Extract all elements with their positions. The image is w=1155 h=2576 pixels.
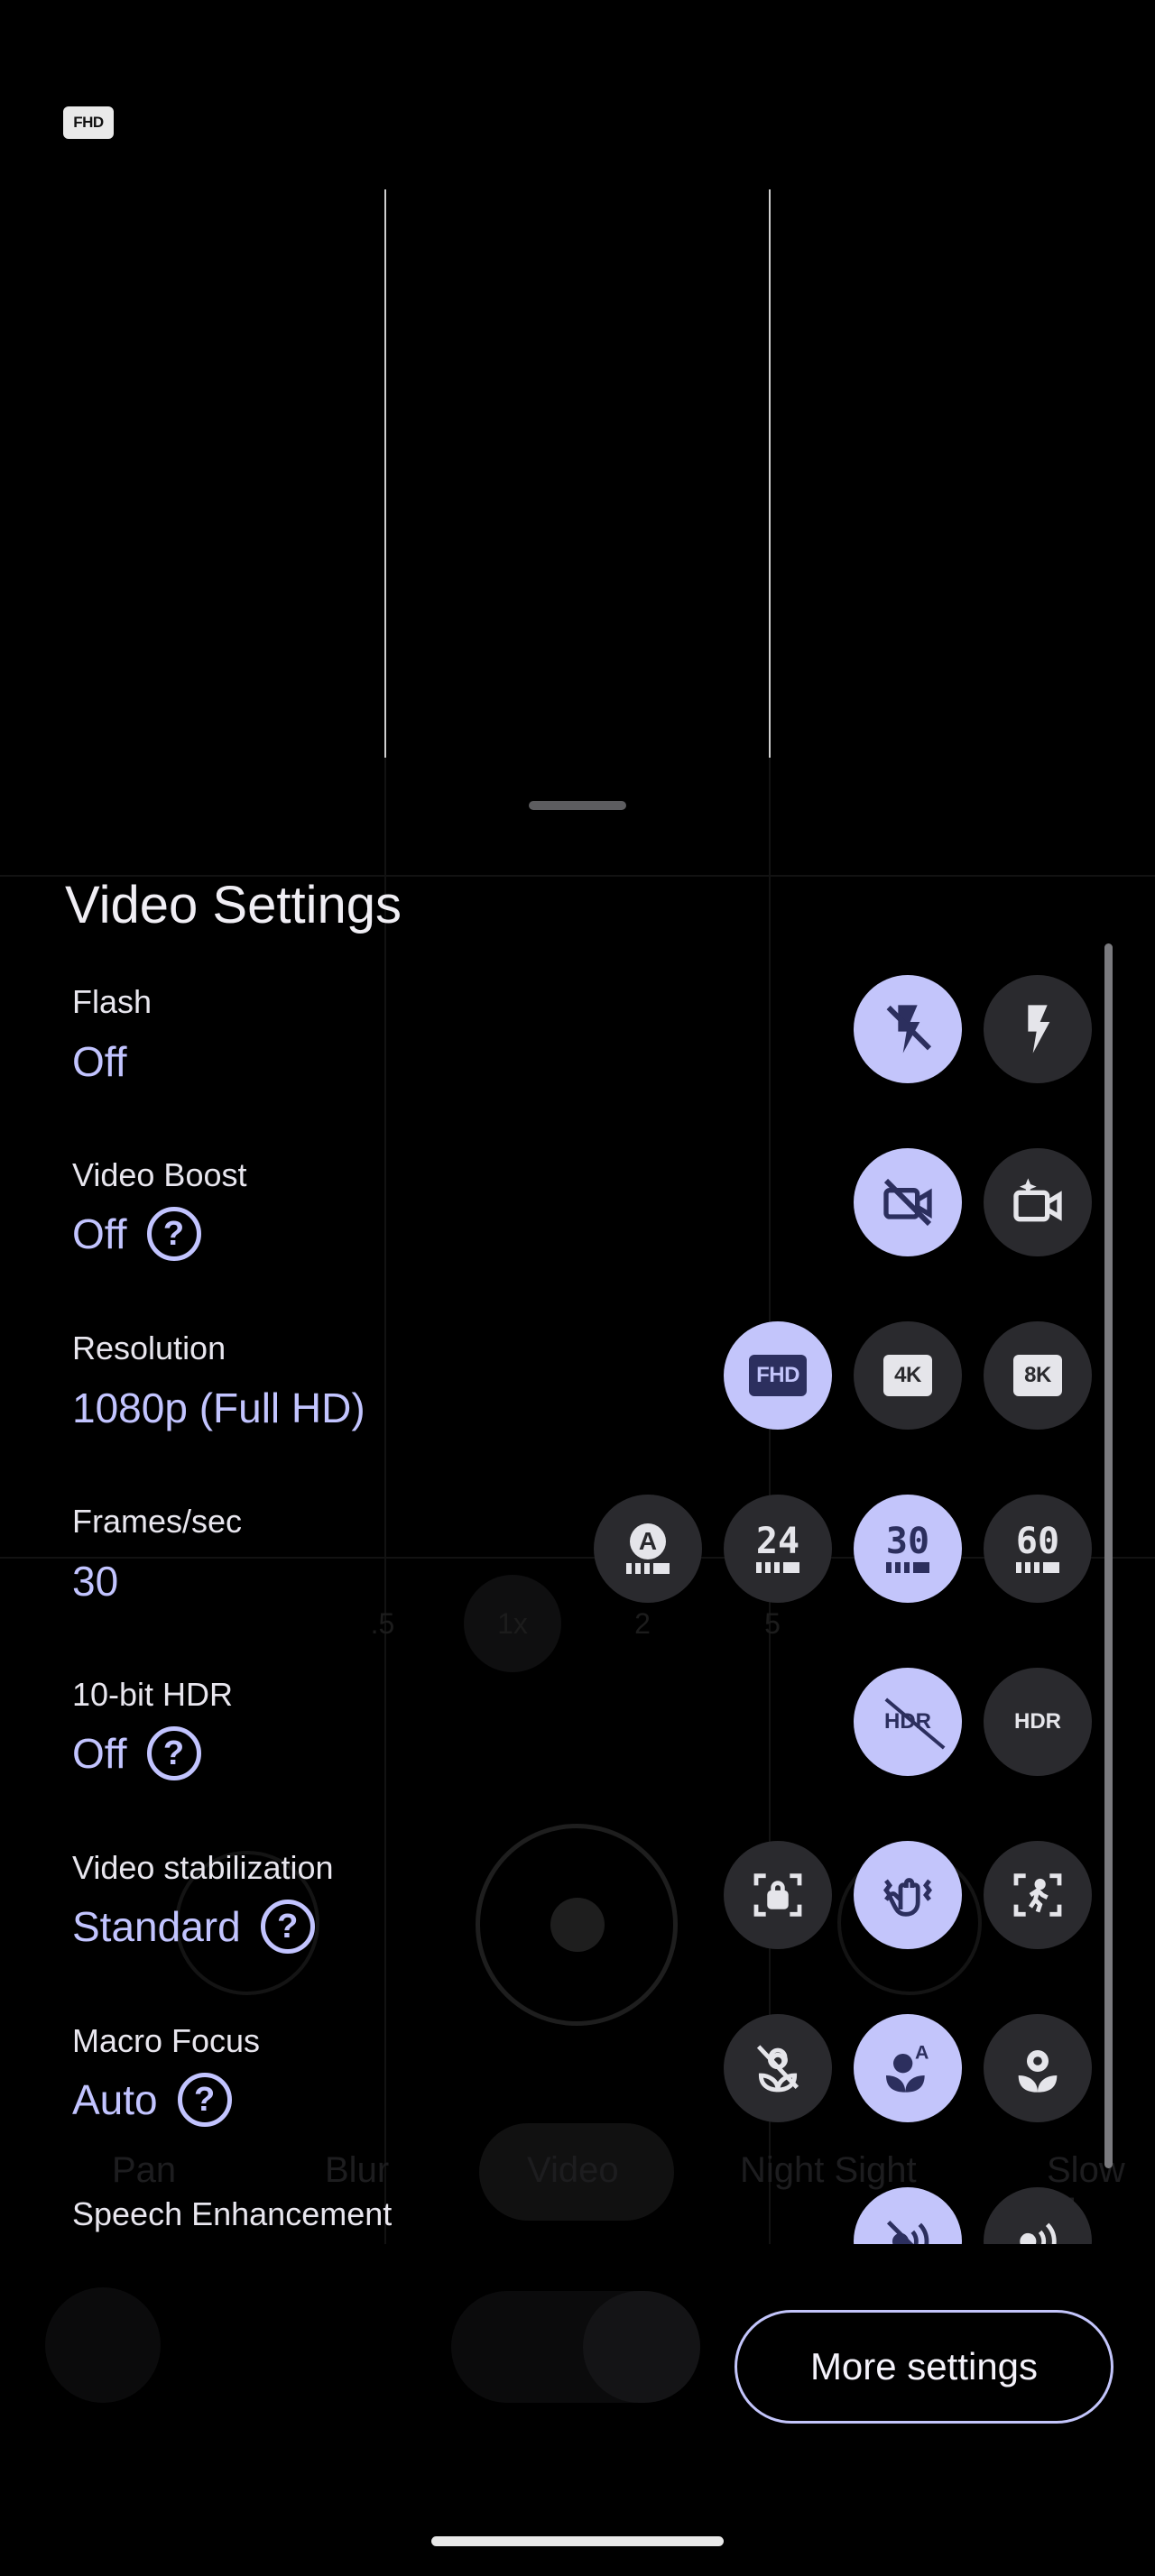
flash-on-option[interactable] xyxy=(984,975,1092,1083)
resolution-fhd-option[interactable]: FHD xyxy=(724,1321,832,1430)
more-settings-button[interactable]: More settings xyxy=(735,2310,1113,2424)
grid-line xyxy=(384,758,386,2246)
flash-label: Flash xyxy=(72,983,152,1020)
flash-off-icon xyxy=(886,1005,932,1053)
mode-video: Video xyxy=(527,2150,619,2190)
zoom-option: .5 xyxy=(370,1606,395,1640)
video-boost-off-option[interactable] xyxy=(854,1148,962,1256)
frames-per-sec-label: Frames/sec xyxy=(72,1503,243,1540)
macro-focus-label: Macro Focus xyxy=(72,2022,261,2059)
video-boost-off-icon xyxy=(883,1178,932,1227)
resolution-value: 1080p (Full HD) xyxy=(72,1385,365,1431)
grid-line xyxy=(769,189,771,758)
flash-off-option[interactable] xyxy=(854,975,962,1083)
fps-auto-option[interactable]: A xyxy=(594,1495,702,1603)
video-boost-on-option[interactable] xyxy=(984,1148,1092,1256)
help-icon[interactable]: ? xyxy=(146,1726,201,1780)
grid-line xyxy=(384,189,386,758)
mode-night-sight: Night Sight xyxy=(740,2150,917,2190)
macro-off-option[interactable] xyxy=(724,2014,832,2122)
macro-auto-option[interactable]: A xyxy=(854,2014,962,2122)
frames-per-sec-value: 30 xyxy=(72,1558,119,1605)
4k-icon: 4K xyxy=(883,1355,932,1396)
stabilization-locked-icon xyxy=(753,1873,802,1917)
grid-line xyxy=(0,1557,1155,1559)
macro-focus-value: Auto ? xyxy=(72,2073,232,2127)
gesture-navigation-bar[interactable] xyxy=(431,2536,724,2546)
resolution-4k-option[interactable]: 4K xyxy=(854,1321,962,1430)
mode-pan: Pan xyxy=(112,2150,177,2190)
fps-60-option[interactable]: 60 xyxy=(984,1495,1092,1603)
sheet-drag-handle[interactable] xyxy=(529,801,626,810)
help-icon[interactable]: ? xyxy=(146,1207,201,1261)
stabilization-active-option[interactable] xyxy=(984,1841,1092,1949)
sheet-title: Video Settings xyxy=(65,876,402,934)
svg-text:A: A xyxy=(915,2041,929,2063)
stabilization-label: Video stabilization xyxy=(72,1849,334,1886)
settings-gear-icon xyxy=(45,2287,161,2403)
resolution-8k-option[interactable]: 8K xyxy=(984,1321,1092,1430)
camera-viewfinder: FHD .5 1x 2 5 Pan Blur Video Night Sight… xyxy=(0,0,1155,2576)
stabilization-locked-option[interactable] xyxy=(724,1841,832,1949)
video-boost-label: Video Boost xyxy=(72,1156,247,1193)
video-mode-toggle xyxy=(583,2291,700,2403)
mode-blur: Blur xyxy=(325,2150,390,2190)
zoom-option: 1x xyxy=(464,1575,561,1672)
flash-on-icon xyxy=(1028,1005,1050,1053)
speech-enhancement-label: Speech Enhancement xyxy=(72,2195,393,2232)
macro-auto-icon: A xyxy=(886,2041,929,2093)
8k-icon: 8K xyxy=(1013,1355,1062,1396)
fps-30-option[interactable]: 30 xyxy=(854,1495,962,1603)
stabilization-standard-icon xyxy=(883,1878,932,1917)
fps-24-option[interactable]: 24 xyxy=(724,1495,832,1603)
help-icon[interactable]: ? xyxy=(260,1900,315,1954)
stabilization-value: Standard ? xyxy=(72,1900,315,1954)
record-button-center xyxy=(550,1898,605,1952)
stabilization-active-icon xyxy=(1013,1873,1062,1917)
resolution-label: Resolution xyxy=(72,1329,226,1366)
fhd-icon: FHD xyxy=(749,1355,807,1396)
macro-on-icon xyxy=(1018,2050,1058,2093)
stabilization-standard-option[interactable] xyxy=(854,1841,962,1949)
fps-60-icon: 60 xyxy=(1016,1523,1059,1573)
video-boost-on-icon xyxy=(1013,1178,1062,1222)
sheet-scrollbar[interactable] xyxy=(1104,943,1113,2168)
resolution-badge[interactable]: FHD xyxy=(63,106,114,139)
fps-auto-icon: A xyxy=(626,1523,670,1574)
hdr-value: Off ? xyxy=(72,1726,201,1780)
hdr-off-icon: HDR xyxy=(884,1697,946,1750)
help-icon[interactable]: ? xyxy=(177,2073,232,2127)
hdr-on-icon: HDR xyxy=(1014,1709,1061,1734)
hdr-on-option[interactable]: HDR xyxy=(984,1668,1092,1776)
hdr-label: 10-bit HDR xyxy=(72,1676,234,1713)
hdr-off-option[interactable]: HDR xyxy=(854,1668,962,1776)
macro-on-option[interactable] xyxy=(984,2014,1092,2122)
fps-24-icon: 24 xyxy=(756,1523,799,1573)
fps-30-icon: 30 xyxy=(886,1523,929,1573)
flash-value: Off xyxy=(72,1038,127,1085)
macro-off-icon xyxy=(756,2045,799,2093)
video-boost-value: Off ? xyxy=(72,1207,201,1261)
